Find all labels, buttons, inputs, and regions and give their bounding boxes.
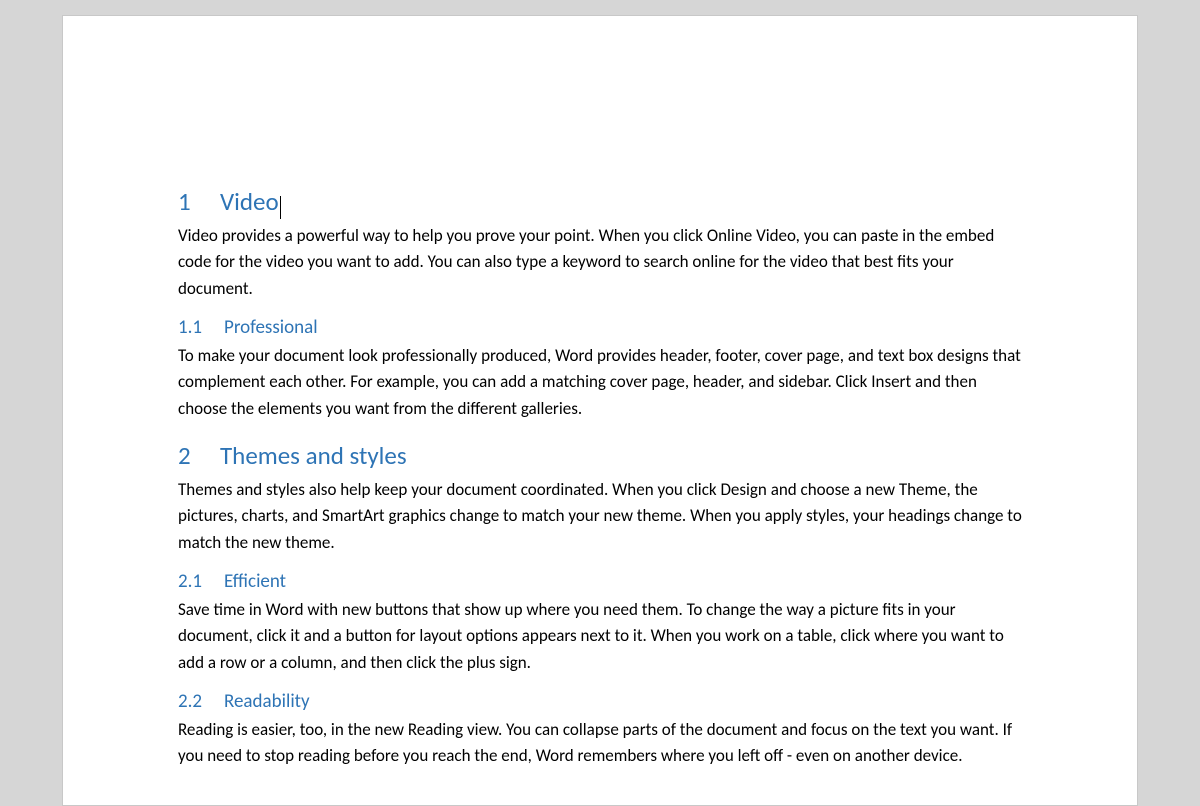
section-1: 1Video Video provides a powerful way to … (178, 186, 1022, 302)
paragraph-readability[interactable]: Reading is easier, too, in the new Readi… (178, 717, 1022, 770)
paragraph-video[interactable]: Video provides a powerful way to help yo… (178, 223, 1022, 302)
heading-number: 1.1 (178, 316, 224, 339)
heading-2-professional[interactable]: 1.1Professional (178, 316, 1022, 339)
section-2-2: 2.2Readability Reading is easier, too, i… (178, 690, 1022, 770)
heading-number: 2 (178, 440, 220, 471)
heading-number: 2.1 (178, 570, 224, 593)
heading-1-video[interactable]: 1Video (178, 186, 1022, 217)
section-1-1: 1.1Professional To make your document lo… (178, 316, 1022, 422)
heading-1-themes[interactable]: 2Themes and styles (178, 440, 1022, 471)
paragraph-professional[interactable]: To make your document look professionall… (178, 343, 1022, 422)
paragraph-themes[interactable]: Themes and styles also help keep your do… (178, 477, 1022, 556)
heading-2-efficient[interactable]: 2.1Efficient (178, 570, 1022, 593)
section-2: 2Themes and styles Themes and styles als… (178, 440, 1022, 556)
heading-2-readability[interactable]: 2.2Readability (178, 690, 1022, 713)
section-2-1: 2.1Efficient Save time in Word with new … (178, 570, 1022, 676)
paragraph-efficient[interactable]: Save time in Word with new buttons that … (178, 597, 1022, 676)
heading-title: Professional (224, 316, 318, 339)
heading-title: Themes and styles (220, 440, 407, 471)
document-page[interactable]: 1Video Video provides a powerful way to … (62, 15, 1138, 806)
heading-number: 1 (178, 186, 220, 217)
heading-title: Video (220, 186, 279, 217)
heading-number: 2.2 (178, 690, 224, 713)
heading-title: Readability (224, 690, 310, 713)
heading-title: Efficient (224, 570, 286, 593)
text-cursor (280, 196, 281, 219)
